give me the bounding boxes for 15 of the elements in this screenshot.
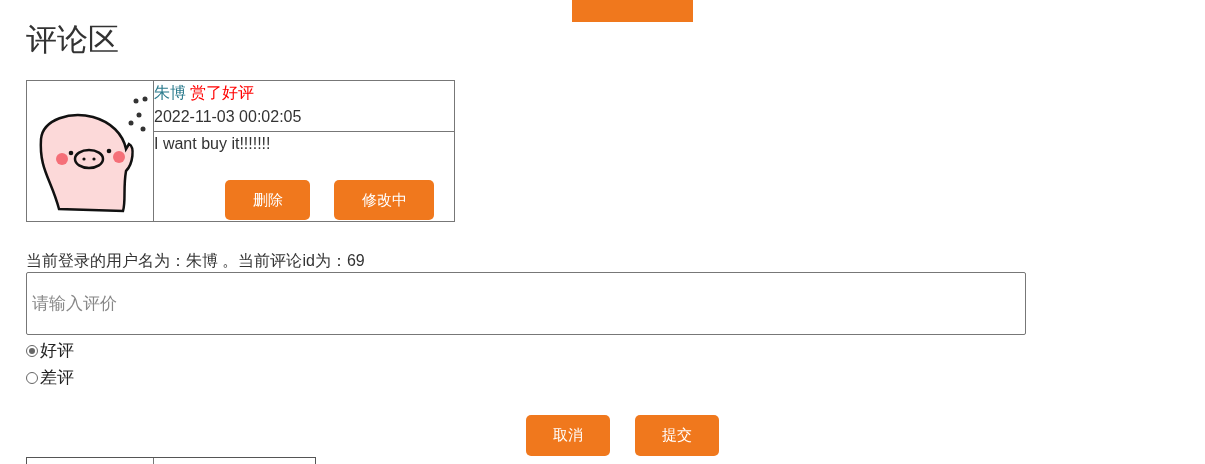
radio-label: 好评: [40, 340, 74, 362]
user-name: 朱博: [154, 84, 186, 101]
comment-time: 2022-11-03 00:02:05: [154, 107, 303, 127]
comment-text: I want buy it!!!!!!!: [154, 134, 272, 154]
radio-label: 差评: [40, 367, 74, 389]
radio-button[interactable]: [26, 371, 38, 384]
review-field[interactable]: 请输入评价: [26, 272, 1026, 335]
edit-button[interactable]: 修改中: [334, 180, 434, 220]
submit-button[interactable]: 提交: [635, 415, 719, 456]
delete-button[interactable]: 删除: [225, 180, 310, 220]
rating-text: 赏了好评: [190, 84, 255, 101]
section-title: 评论区: [26, 22, 120, 59]
status-text: 当前登录的用户名为：朱博 。当前评论id为：69: [26, 251, 366, 271]
radio-button[interactable]: [26, 344, 38, 357]
cancel-button[interactable]: 取消: [526, 415, 610, 456]
